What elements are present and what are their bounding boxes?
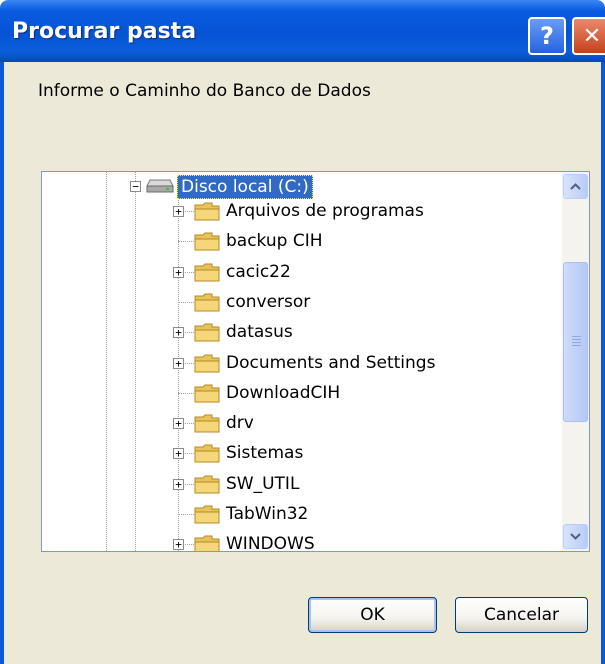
- expand-icon[interactable]: +: [173, 206, 184, 217]
- help-button[interactable]: ?: [528, 17, 566, 55]
- folder-row[interactable]: + datasus: [42, 317, 562, 347]
- folder-icon: [194, 202, 220, 221]
- arrow-down-icon: [570, 533, 581, 540]
- expand-icon[interactable]: +: [173, 418, 184, 430]
- ok-button[interactable]: OK: [308, 597, 437, 633]
- folder-label[interactable]: backup CIH: [226, 230, 323, 252]
- folder-label[interactable]: conversor: [226, 291, 310, 313]
- dialog-body: Informe o Caminho do Banco de Dados − Di…: [0, 62, 605, 664]
- thumb-grip: [572, 345, 581, 346]
- collapse-icon[interactable]: −: [130, 181, 141, 192]
- folder-label[interactable]: Sistemas: [226, 442, 303, 464]
- scroll-up-button[interactable]: [563, 174, 588, 199]
- expand-icon[interactable]: +: [173, 327, 184, 339]
- folder-row[interactable]: + cacic22: [42, 257, 562, 287]
- folder-icon: [194, 323, 220, 342]
- expand-icon[interactable]: +: [173, 448, 184, 460]
- folder-row[interactable]: backup CIH: [42, 226, 562, 256]
- folder-row[interactable]: + WINDOWS: [42, 529, 562, 551]
- folder-row[interactable]: + Sistemas: [42, 438, 562, 468]
- scroll-down-button[interactable]: [563, 524, 588, 549]
- cancel-button[interactable]: Cancelar: [455, 597, 588, 633]
- vertical-scrollbar[interactable]: [562, 172, 589, 551]
- expand-icon[interactable]: +: [173, 266, 184, 278]
- browse-folder-dialog: Procurar pasta ? ✕ Informe o Caminho do …: [0, 0, 605, 664]
- folder-label[interactable]: Documents and Settings: [226, 352, 435, 374]
- folder-row[interactable]: TabWin32: [42, 499, 562, 529]
- folder-label[interactable]: SW_UTIL: [226, 473, 299, 495]
- folder-label[interactable]: cacic22: [226, 261, 291, 283]
- folder-row[interactable]: DownloadCIH: [42, 378, 562, 408]
- help-icon: ?: [540, 22, 554, 50]
- folder-row[interactable]: + Arquivos de programas: [42, 196, 562, 226]
- folder-icon: [194, 293, 220, 312]
- folder-icon: [194, 232, 220, 251]
- close-icon: ✕: [582, 23, 602, 49]
- folder-label[interactable]: WINDOWS: [226, 533, 315, 551]
- folder-icon: [194, 444, 220, 463]
- arrow-up-icon: [570, 183, 581, 190]
- thumb-grip: [572, 342, 581, 343]
- scrollbar-thumb[interactable]: [563, 262, 588, 422]
- hard-drive-icon: [146, 179, 174, 193]
- expand-icon[interactable]: +: [173, 478, 184, 490]
- expand-icon[interactable]: +: [173, 357, 184, 369]
- folder-icon: [194, 384, 220, 403]
- expand-icon[interactable]: +: [173, 539, 184, 551]
- close-button[interactable]: ✕: [572, 17, 605, 55]
- folder-tree[interactable]: − Disco local (C:) + Arquivos de programa…: [41, 171, 590, 552]
- thumb-grip: [572, 339, 581, 340]
- title-bar[interactable]: Procurar pasta ? ✕: [0, 0, 605, 62]
- folder-icon: [194, 263, 220, 282]
- folder-tree-viewport: − Disco local (C:) + Arquivos de programa…: [42, 172, 562, 551]
- folder-icon: [194, 535, 220, 551]
- folder-label[interactable]: datasus: [226, 321, 293, 343]
- folder-label[interactable]: TabWin32: [226, 503, 308, 525]
- folder-icon: [194, 505, 220, 524]
- window-title: Procurar pasta: [12, 19, 197, 44]
- folder-icon: [194, 475, 220, 494]
- folder-label[interactable]: Arquivos de programas: [226, 200, 424, 222]
- folder-row[interactable]: + drv: [42, 408, 562, 438]
- folder-label[interactable]: DownloadCIH: [226, 382, 340, 404]
- folder-icon: [194, 414, 220, 433]
- folder-icon: [194, 354, 220, 372]
- instruction-text: Informe o Caminho do Banco de Dados: [38, 81, 371, 101]
- thumb-grip: [572, 336, 581, 337]
- folder-row[interactable]: + Documents and Settings: [42, 348, 562, 378]
- folder-row[interactable]: + SW_UTIL: [42, 469, 562, 499]
- folder-row[interactable]: conversor: [42, 287, 562, 317]
- folder-label[interactable]: drv: [226, 412, 254, 434]
